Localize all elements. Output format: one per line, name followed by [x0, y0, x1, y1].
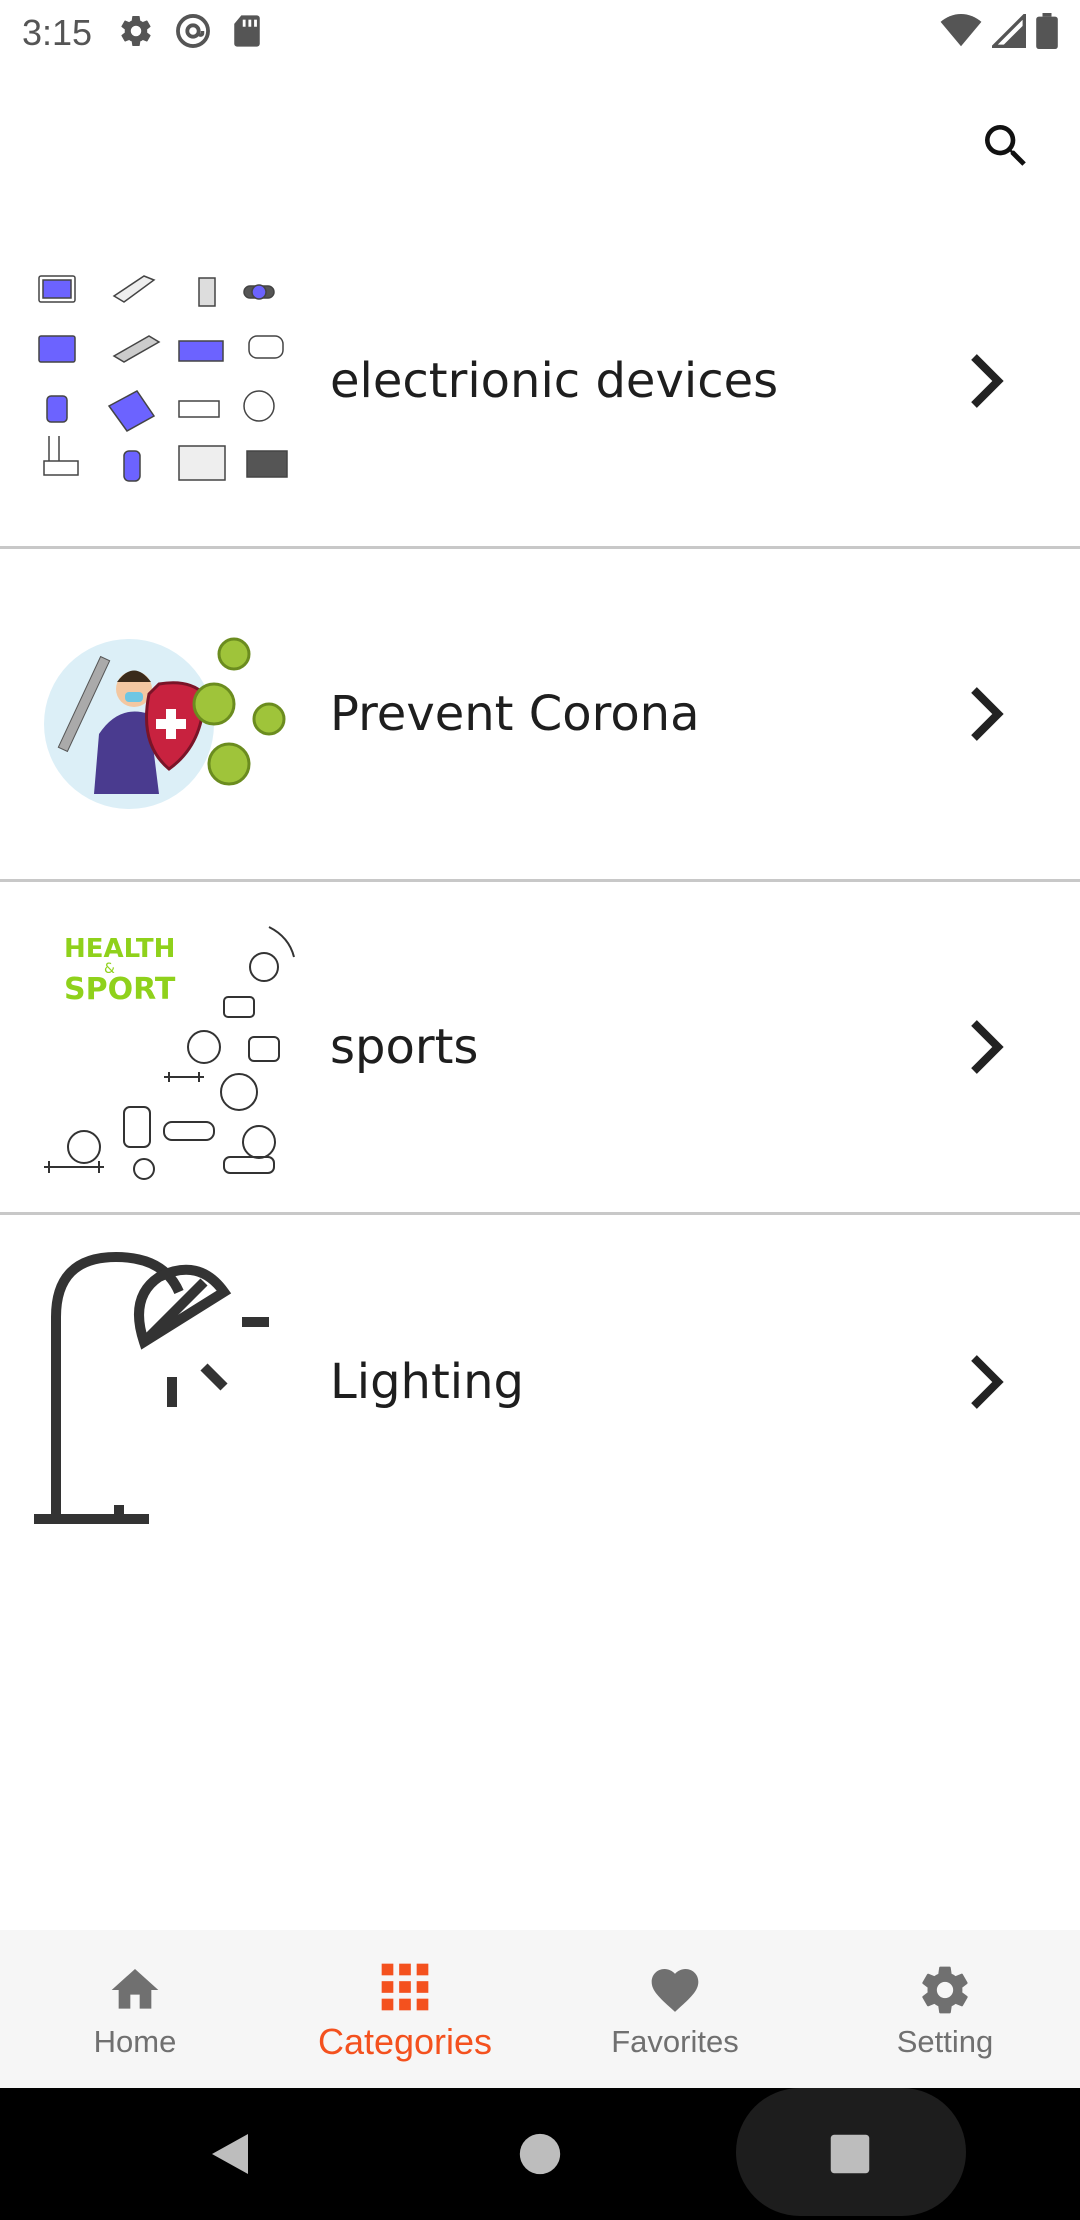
app-bar: [0, 66, 1080, 216]
category-item-electronic-devices[interactable]: electrionic devices: [0, 216, 1080, 549]
search-button[interactable]: [970, 110, 1042, 182]
health-text: HEALTH: [64, 934, 175, 964]
back-icon: [212, 2134, 248, 2174]
category-item-prevent-corona[interactable]: Prevent Corona: [0, 549, 1080, 882]
category-item-lighting[interactable]: Lighting: [0, 1215, 1080, 1548]
battery-icon: [1036, 12, 1058, 54]
search-icon: [985, 125, 1026, 166]
grid-icon: [381, 1963, 429, 2011]
category-label: sports: [330, 1019, 479, 1075]
chevron-right-icon: [971, 1354, 1004, 1409]
recents-square-icon: [830, 2134, 870, 2174]
nav-item-favorites[interactable]: Favorites: [540, 1930, 810, 2088]
category-item-sports[interactable]: HEALTH & SPORT sports: [0, 882, 1080, 1215]
chevron-right-icon: [971, 1020, 1004, 1074]
nav-label: Setting: [896, 2024, 994, 2059]
sd-card-icon: [232, 14, 262, 53]
settings-notification-icon: [118, 13, 154, 54]
health-sport-image: HEALTH & SPORT: [24, 907, 304, 1187]
bottom-navigation: Home Categories Favorites Setting: [0, 1930, 1080, 2088]
chevron-right-icon: [971, 354, 1004, 408]
category-label: Prevent Corona: [330, 686, 700, 742]
nav-item-home[interactable]: Home: [0, 1930, 270, 2088]
nav-label: Home: [93, 2024, 177, 2059]
category-label: electrionic devices: [330, 353, 779, 409]
heart-icon: [651, 1969, 699, 2012]
prevent-corona-image: [24, 574, 304, 854]
gear-icon: [922, 1966, 968, 2014]
home-circle-icon: [519, 2133, 561, 2175]
sport-text: SPORT: [64, 972, 176, 1007]
nav-item-categories[interactable]: Categories: [270, 1930, 540, 2088]
nav-label: Categories: [317, 2021, 493, 2062]
status-time: 3:15: [22, 12, 93, 53]
electronic-devices-image: [24, 241, 304, 521]
lamp-image: [24, 1242, 304, 1524]
home-system-button[interactable]: [500, 2088, 580, 2220]
system-navigation-bar: [0, 2088, 1080, 2220]
at-sign-icon: [174, 12, 212, 55]
cellular-signal-icon: [989, 11, 1026, 53]
nav-item-setting[interactable]: Setting: [810, 1930, 1080, 2088]
chevron-right-icon: [971, 687, 1004, 741]
category-list: electrionic devices Prevent Corona HEALT…: [0, 216, 1080, 1548]
recents-button[interactable]: [810, 2088, 890, 2220]
status-bar: 3:15: [0, 0, 1080, 66]
home-icon: [111, 1969, 159, 2009]
category-label: Lighting: [330, 1353, 525, 1410]
back-button[interactable]: [190, 2088, 270, 2220]
wifi-icon: [940, 13, 982, 53]
nav-label: Favorites: [611, 2024, 739, 2059]
